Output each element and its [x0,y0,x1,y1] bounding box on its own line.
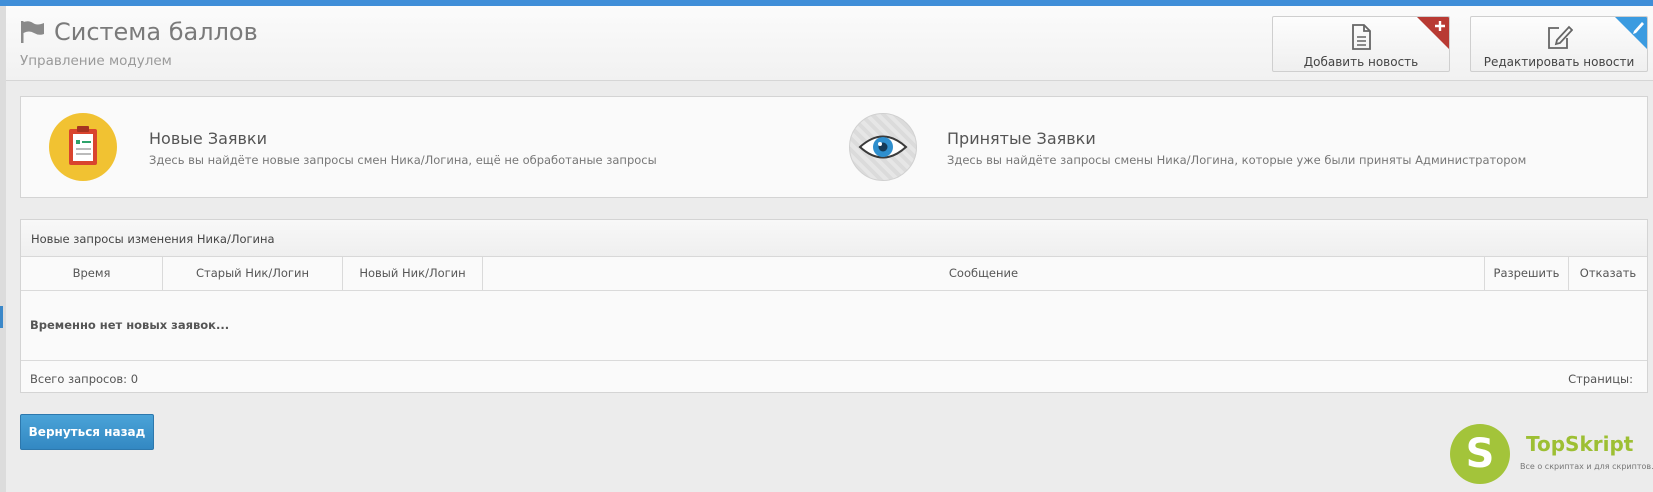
document-icon [1352,24,1371,50]
plus-icon [1417,17,1449,49]
edit-news-button[interactable]: Редактировать новости [1470,16,1648,72]
back-button[interactable]: Вернуться назад [20,414,154,450]
logo-mark: S [1450,424,1510,484]
sidebar-active-marker [0,306,3,328]
requests-panel: Новые запросы изменения Ника/Логина Врем… [20,219,1648,393]
edit-news-label: Редактировать новости [1483,55,1635,69]
total-requests: Всего запросов: 0 [30,372,139,386]
logo-tagline: Все о скриптах и для скриптов... [1520,462,1653,471]
column-message: Сообщение [483,257,1485,290]
edit-icon [1548,25,1573,49]
empty-table-message: Временно нет новых заявок... [30,318,230,332]
new-requests-shortcut[interactable] [49,113,117,181]
page-header: Система баллов Управление модулем Добави… [6,6,1653,81]
page-subtitle: Управление модулем [20,53,172,69]
pencil-icon [1615,17,1647,49]
column-old-nick: Старый Ник/Логин [163,257,343,290]
column-new-nick: Новый Ник/Логин [343,257,483,290]
logo-name: TopSkript [1526,432,1634,456]
column-allow: Разрешить [1485,257,1569,290]
flag-icon [21,21,44,43]
add-news-button[interactable]: Добавить новость [1272,16,1450,72]
add-news-label: Добавить новость [1303,55,1419,69]
panel-footer: Всего запросов: 0 Страницы: [21,360,1647,393]
accepted-requests-shortcut[interactable] [849,113,917,181]
panel-heading: Новые запросы изменения Ника/Логина [21,220,1647,257]
shortcuts-card: Новые Заявки Здесь вы найдёте новые запр… [20,96,1648,198]
clipboard-icon [69,126,97,165]
pagination-label: Страницы: [1568,372,1633,386]
accepted-requests-title[interactable]: Принятые Заявки [947,129,1096,148]
page-title: Система баллов [54,18,258,46]
column-time: Время [21,257,163,290]
new-requests-description: Здесь вы найдёте новые запросы смен Ника… [149,153,657,167]
new-requests-title[interactable]: Новые Заявки [149,129,267,148]
eye-icon [858,135,908,159]
table-header-row: Время Старый Ник/Логин Новый Ник/Логин С… [21,257,1647,291]
accepted-requests-description: Здесь вы найдёте запросы смены Ника/Логи… [947,153,1527,167]
column-deny: Отказать [1579,266,1637,280]
topskript-logo[interactable]: S TopSkript Все о скриптах и для скрипто… [1450,424,1653,488]
